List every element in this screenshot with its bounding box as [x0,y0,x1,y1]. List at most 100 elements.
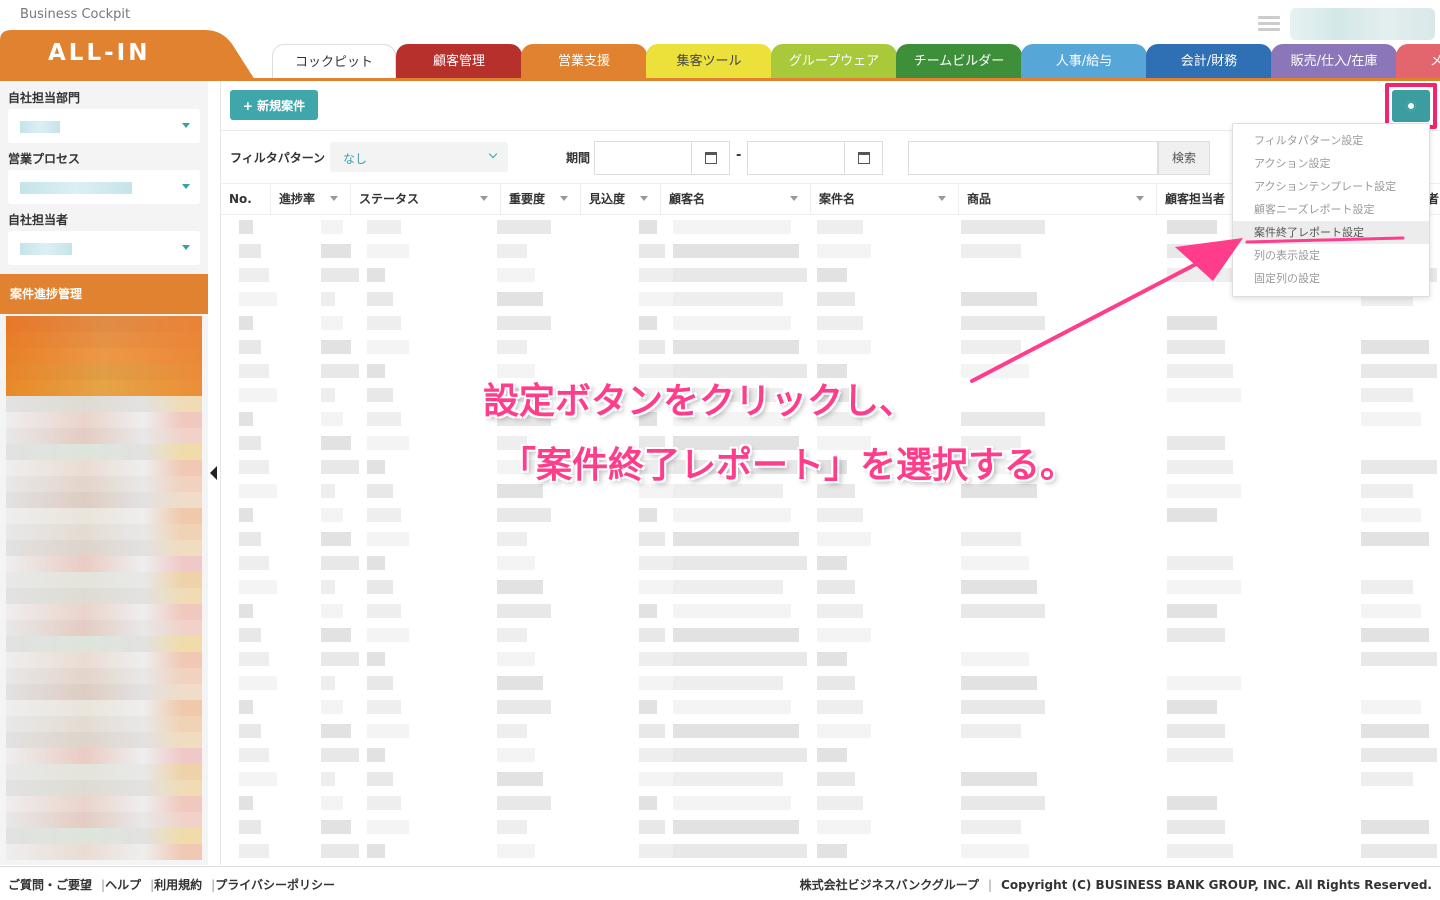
table-row[interactable] [221,335,1440,359]
column-header[interactable]: 進捗率 [271,184,351,215]
sidebar-list-item[interactable] [6,380,202,396]
table-row[interactable] [221,647,1440,671]
tab-sales[interactable]: 営業支援 [521,44,647,80]
filter-pattern-select[interactable]: なし [330,142,508,172]
column-header[interactable]: 顧客名 [661,184,811,215]
logo[interactable]: ALL-IN [48,40,150,66]
table-row[interactable] [221,311,1440,335]
sidebar-list-item[interactable] [6,412,202,428]
sidebar-list-item[interactable] [6,364,202,380]
sidebar-list-item[interactable] [6,524,202,540]
process-select[interactable] [8,170,200,204]
dept-select[interactable] [8,109,200,143]
footer-link-help[interactable]: ヘルプ [105,878,141,892]
table-row[interactable] [221,599,1440,623]
filter-icon[interactable] [560,196,568,201]
sidebar-list-item[interactable] [6,748,202,764]
tab-hr[interactable]: 人事/給与 [1021,44,1147,80]
menu-item-filter-pattern-settings[interactable]: フィルタパターン設定 [1233,129,1429,152]
sidebar-list-item[interactable] [6,636,202,652]
period-start-input[interactable] [594,141,730,175]
sidebar-list-item[interactable] [6,540,202,556]
tab-more[interactable]: メ [1396,44,1440,80]
menu-item-fixed-column-settings[interactable]: 固定列の設定 [1233,267,1429,290]
sidebar-list-item[interactable] [6,316,202,332]
footer-link-feedback[interactable]: ご質問・ご要望 [8,878,92,892]
calendar-button[interactable] [691,142,729,174]
filter-icon[interactable] [790,196,798,201]
calendar-button[interactable] [844,142,882,174]
menu-item-column-display-settings[interactable]: 列の表示設定 [1233,244,1429,267]
tab-marketing[interactable]: 集客ツール [646,44,772,80]
table-row[interactable] [221,551,1440,575]
sidebar-list-item[interactable] [6,732,202,748]
menu-item-project-end-report-settings[interactable]: 案件終了レポート設定 [1233,221,1429,244]
table-row[interactable] [221,503,1440,527]
user-menu[interactable] [1290,8,1435,40]
sidebar-list-item[interactable] [6,556,202,572]
tab-team-builder[interactable]: チームビルダー [896,44,1022,80]
person-select[interactable] [8,231,200,265]
column-header[interactable]: 重要度 [501,184,581,215]
table-row[interactable] [221,719,1440,743]
sidebar-list-item[interactable] [6,684,202,700]
tab-customer[interactable]: 顧客管理 [396,44,522,80]
sidebar-list-item[interactable] [6,828,202,844]
table-row[interactable] [221,815,1440,839]
tab-accounting[interactable]: 会計/財務 [1146,44,1272,80]
new-project-button[interactable]: + 新規案件 [230,90,318,120]
filter-icon[interactable] [938,196,946,201]
sidebar-list-item[interactable] [6,652,202,668]
table-row[interactable] [221,791,1440,815]
table-row[interactable] [221,767,1440,791]
period-end-input[interactable] [747,141,883,175]
sidebar-list-item[interactable] [6,348,202,364]
sidebar-list-item[interactable] [6,604,202,620]
column-header[interactable]: 見込度 [581,184,661,215]
table-row[interactable] [221,839,1440,863]
settings-button[interactable] [1392,90,1430,122]
table-row[interactable] [221,527,1440,551]
sidebar-list-item[interactable] [6,780,202,796]
sidebar-list-item[interactable] [6,572,202,588]
search-input[interactable] [908,141,1158,175]
tab-inventory[interactable]: 販売/仕入/在庫 [1271,44,1397,80]
filter-icon[interactable] [1136,196,1144,201]
sidebar-list-item[interactable] [6,700,202,716]
menu-item-action-template-settings[interactable]: アクションテンプレート設定 [1233,175,1429,198]
sidebar-list-item[interactable] [6,812,202,828]
sidebar-list-item[interactable] [6,620,202,636]
collapse-sidebar-icon[interactable] [208,455,220,491]
sidebar-list-item[interactable] [6,476,202,492]
table-row[interactable] [221,695,1440,719]
table-row[interactable] [221,671,1440,695]
filter-icon[interactable] [640,196,648,201]
menu-item-action-settings[interactable]: アクション設定 [1233,152,1429,175]
sidebar-list-item[interactable] [6,444,202,460]
tab-groupware[interactable]: グループウェア [771,44,897,80]
sidebar-list-item[interactable] [6,844,202,860]
table-row[interactable] [221,623,1440,647]
sidebar-list-item[interactable] [6,796,202,812]
footer-link-privacy[interactable]: プライバシーポリシー [215,878,335,892]
sidebar-list-item[interactable] [6,396,202,412]
sidebar-list-item[interactable] [6,764,202,780]
sidebar-list-item[interactable] [6,716,202,732]
table-row[interactable] [221,743,1440,767]
column-header[interactable]: 商品 [959,184,1157,215]
sidebar-list-item[interactable] [6,492,202,508]
sidebar-list-item[interactable] [6,588,202,604]
column-header[interactable]: 案件名 [811,184,959,215]
sidebar-list-item[interactable] [6,428,202,444]
menu-item-customer-needs-report-settings[interactable]: 顧客ニーズレポート設定 [1233,198,1429,221]
table-row[interactable] [221,575,1440,599]
column-header[interactable]: No. [221,184,271,215]
list-icon[interactable] [1258,16,1280,32]
sidebar-list-item[interactable] [6,668,202,684]
column-header[interactable]: ステータス [351,184,501,215]
sidebar-list-item[interactable] [6,460,202,476]
search-button[interactable]: 検索 [1158,141,1210,175]
tab-cockpit[interactable]: コックピット [272,44,396,80]
filter-icon[interactable] [330,196,338,201]
sidebar-list-item[interactable] [6,508,202,524]
